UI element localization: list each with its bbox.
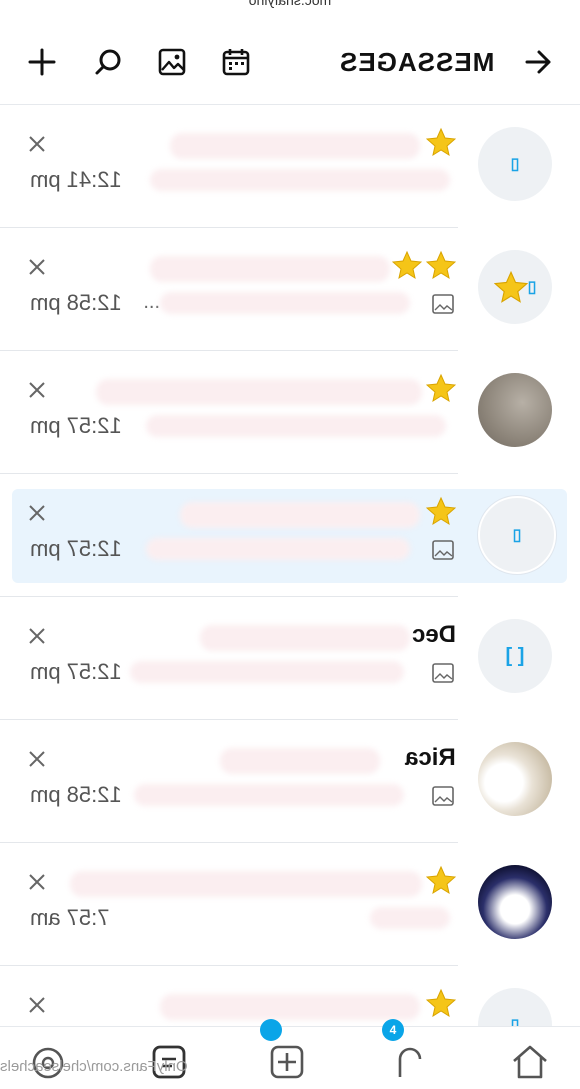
close-icon[interactable] [24,746,50,772]
plus-icon[interactable] [24,44,60,80]
home-icon[interactable] [510,1039,550,1079]
image-icon [432,663,454,683]
placeholder-icon: ▯ [510,156,520,173]
new-post-dot [260,1019,282,1041]
star-icon [426,250,456,280]
redacted-name [70,871,422,897]
star-icon [493,270,528,303]
placeholder-icon: [ ] [505,644,525,667]
redacted-name [160,994,420,1020]
redacted-preview [160,292,410,314]
avatar[interactable] [478,373,552,447]
redacted-preview [146,415,446,437]
message-list: 12:41 pm ▯ 12:58 pm ... ▯ 12:57 pm 12:57… [0,105,580,1089]
redacted-preview [370,907,450,929]
contact-name: Dec [411,621,456,648]
redacted-preview [150,169,450,191]
page-title: MESSAGES [338,47,494,77]
message-time: 12:58 pm [30,782,122,807]
star-icon [426,865,456,895]
message-time: 12:57 pm [30,536,122,561]
avatar[interactable] [478,742,552,816]
message-time: 12:57 pm [30,413,122,438]
status-bar: moc.snafylno [0,0,580,18]
redacted-preview [134,784,404,806]
avatar[interactable]: [ ] [478,619,552,693]
star-icon [426,988,456,1018]
close-icon[interactable] [24,992,50,1018]
add-post-icon[interactable] [268,1039,308,1079]
notifications-badge: 4 [382,1019,404,1041]
back-arrow-icon[interactable] [520,44,556,80]
close-icon[interactable] [24,623,50,649]
avatar[interactable]: ▯ [478,250,552,324]
search-icon[interactable] [90,44,126,80]
close-icon[interactable] [24,254,50,280]
list-item[interactable]: 12:41 pm ▯ [0,105,580,228]
image-icon [432,786,454,806]
redacted-name [200,625,410,651]
list-item[interactable]: 12:58 pm ... ▯ [0,228,580,351]
message-time: 12:41 pm [30,167,122,192]
close-icon[interactable] [24,500,50,526]
star-icon [426,373,456,403]
redacted-name [220,748,380,774]
close-icon[interactable] [24,131,50,157]
avatar[interactable] [478,865,552,939]
header: MESSAGES [0,18,580,105]
status-url: moc.snafylno [248,0,332,8]
redacted-name [170,133,420,159]
list-item[interactable]: 7:57 am [0,843,580,966]
close-icon[interactable] [24,869,50,895]
redacted-preview [146,538,410,560]
message-time: 12:57 pm [30,659,122,684]
watermark: OnlyFans.com/chelseachels [0,1058,188,1075]
image-icon[interactable] [154,44,190,80]
list-item-selected[interactable]: 12:57 pm ▯ [0,474,580,597]
list-item[interactable]: Rica 12:58 pm [0,720,580,843]
star-icon [426,127,456,157]
notifications-icon[interactable] [390,1039,430,1079]
message-time: 12:58 pm [30,290,122,315]
star-icon [392,250,422,280]
avatar[interactable]: ▯ [478,127,552,201]
redacted-name [180,502,420,528]
image-icon [432,540,454,560]
redacted-preview [130,661,404,683]
close-icon[interactable] [24,377,50,403]
message-time: 7:57 am [30,905,110,930]
calendar-icon[interactable] [218,44,254,80]
redacted-name [150,256,390,282]
redacted-name [96,379,422,405]
image-icon [432,294,454,314]
avatar[interactable]: ▯ [478,496,556,574]
preview-ellipsis: ... [143,291,160,313]
list-item[interactable]: 12:57 pm [0,351,580,474]
list-item[interactable]: Dec 12:57 pm [ ] [0,597,580,720]
placeholder-icon: ▯ [512,527,522,544]
contact-name: Rica [405,744,456,771]
star-icon [426,496,456,526]
placeholder-icon: ▯ [527,279,537,296]
